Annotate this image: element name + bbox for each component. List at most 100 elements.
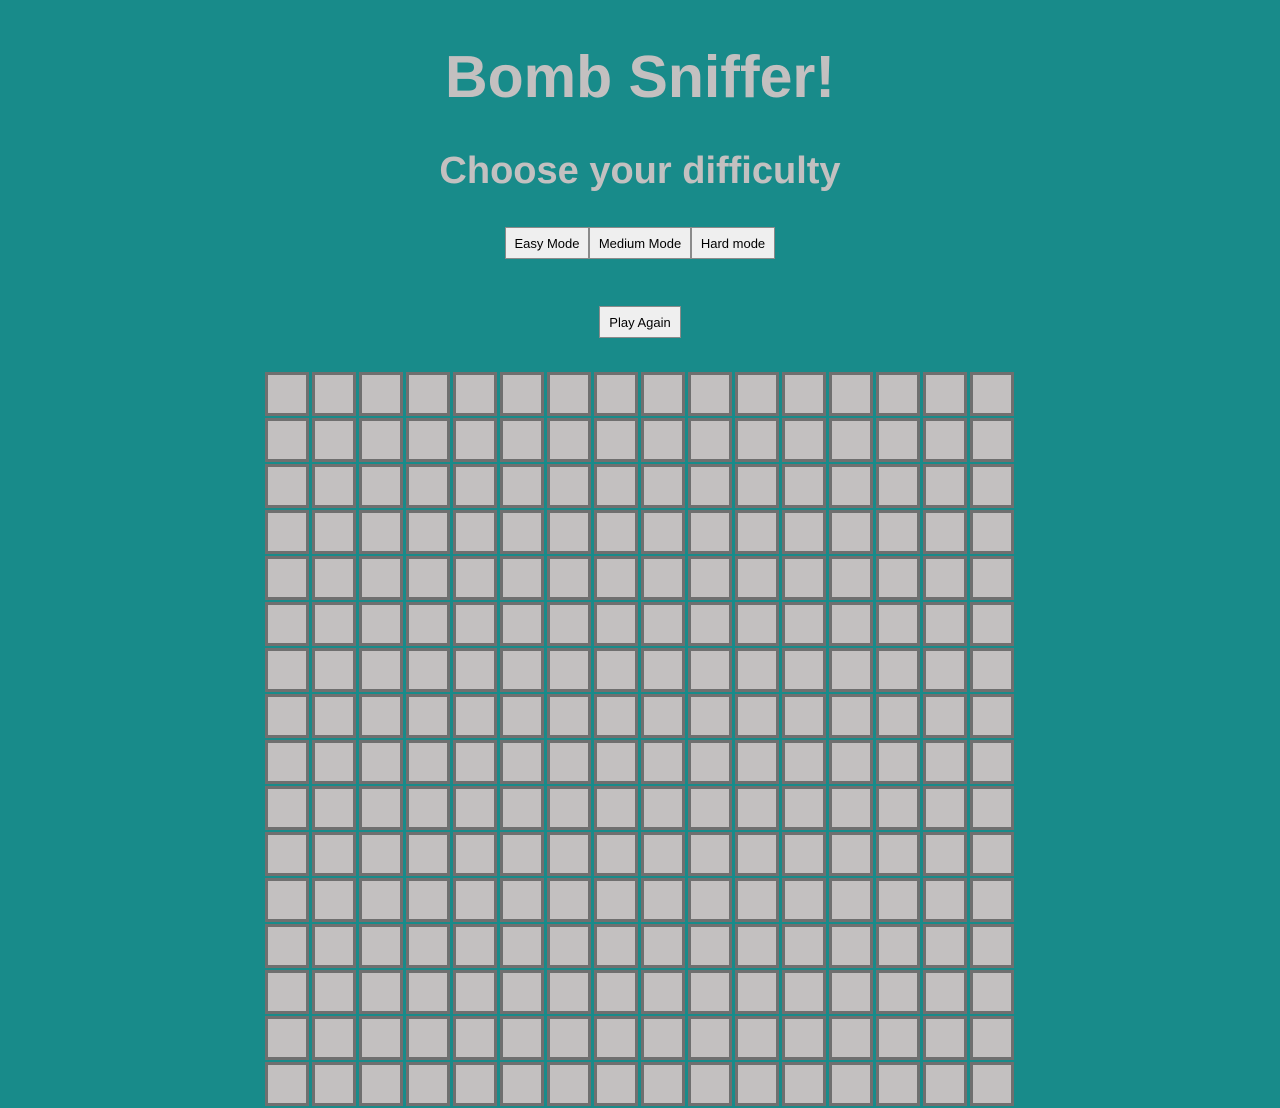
board-cell[interactable] — [641, 556, 685, 600]
board-cell[interactable] — [453, 694, 497, 738]
board-cell[interactable] — [594, 602, 638, 646]
board-cell[interactable] — [782, 924, 826, 968]
board-cell[interactable] — [312, 878, 356, 922]
board-cell[interactable] — [735, 694, 779, 738]
board-cell[interactable] — [594, 1016, 638, 1060]
board-cell[interactable] — [641, 510, 685, 554]
board-cell[interactable] — [359, 1016, 403, 1060]
board-cell[interactable] — [688, 372, 732, 416]
board-cell[interactable] — [453, 832, 497, 876]
board-cell[interactable] — [500, 648, 544, 692]
board-cell[interactable] — [970, 970, 1014, 1014]
board-cell[interactable] — [829, 786, 873, 830]
board-cell[interactable] — [453, 418, 497, 462]
board-cell[interactable] — [829, 464, 873, 508]
board-cell[interactable] — [641, 832, 685, 876]
board-cell[interactable] — [594, 510, 638, 554]
board-cell[interactable] — [829, 970, 873, 1014]
board-cell[interactable] — [970, 694, 1014, 738]
board-cell[interactable] — [359, 832, 403, 876]
board-cell[interactable] — [876, 418, 920, 462]
board-cell[interactable] — [641, 786, 685, 830]
board-cell[interactable] — [406, 832, 450, 876]
board-cell[interactable] — [453, 602, 497, 646]
board-cell[interactable] — [453, 970, 497, 1014]
board-cell[interactable] — [500, 786, 544, 830]
board-cell[interactable] — [594, 924, 638, 968]
board-cell[interactable] — [641, 970, 685, 1014]
board-cell[interactable] — [594, 372, 638, 416]
board-cell[interactable] — [876, 740, 920, 784]
board-cell[interactable] — [970, 510, 1014, 554]
board-cell[interactable] — [735, 1062, 779, 1106]
board-cell[interactable] — [453, 464, 497, 508]
board-cell[interactable] — [782, 740, 826, 784]
board-cell[interactable] — [594, 464, 638, 508]
board-cell[interactable] — [406, 648, 450, 692]
board-cell[interactable] — [453, 878, 497, 922]
board-cell[interactable] — [359, 464, 403, 508]
board-cell[interactable] — [923, 970, 967, 1014]
board-cell[interactable] — [829, 418, 873, 462]
board-cell[interactable] — [782, 694, 826, 738]
board-cell[interactable] — [876, 510, 920, 554]
hard-mode-button[interactable]: Hard mode — [691, 227, 775, 259]
board-cell[interactable] — [547, 510, 591, 554]
board-cell[interactable] — [923, 740, 967, 784]
board-cell[interactable] — [688, 924, 732, 968]
board-cell[interactable] — [547, 418, 591, 462]
board-cell[interactable] — [547, 694, 591, 738]
board-cell[interactable] — [782, 832, 826, 876]
board-cell[interactable] — [735, 556, 779, 600]
board-cell[interactable] — [782, 1062, 826, 1106]
board-cell[interactable] — [312, 464, 356, 508]
board-cell[interactable] — [923, 372, 967, 416]
board-cell[interactable] — [876, 924, 920, 968]
board-cell[interactable] — [782, 556, 826, 600]
board-cell[interactable] — [923, 694, 967, 738]
board-cell[interactable] — [688, 878, 732, 922]
board-cell[interactable] — [923, 924, 967, 968]
board-cell[interactable] — [876, 1016, 920, 1060]
board-cell[interactable] — [876, 878, 920, 922]
board-cell[interactable] — [688, 464, 732, 508]
board-cell[interactable] — [829, 556, 873, 600]
board-cell[interactable] — [312, 418, 356, 462]
board-cell[interactable] — [923, 556, 967, 600]
board-cell[interactable] — [923, 418, 967, 462]
board-cell[interactable] — [594, 740, 638, 784]
board-cell[interactable] — [782, 510, 826, 554]
board-cell[interactable] — [782, 648, 826, 692]
board-cell[interactable] — [876, 372, 920, 416]
board-cell[interactable] — [359, 878, 403, 922]
board-cell[interactable] — [594, 786, 638, 830]
board-cell[interactable] — [265, 1016, 309, 1060]
board-cell[interactable] — [970, 878, 1014, 922]
board-cell[interactable] — [547, 556, 591, 600]
board-cell[interactable] — [641, 694, 685, 738]
board-cell[interactable] — [312, 372, 356, 416]
easy-mode-button[interactable]: Easy Mode — [505, 227, 589, 259]
board-cell[interactable] — [547, 740, 591, 784]
board-cell[interactable] — [312, 694, 356, 738]
board-cell[interactable] — [406, 372, 450, 416]
board-cell[interactable] — [641, 1016, 685, 1060]
board-cell[interactable] — [500, 1062, 544, 1106]
board-cell[interactable] — [312, 510, 356, 554]
board-cell[interactable] — [735, 464, 779, 508]
board-cell[interactable] — [688, 694, 732, 738]
board-cell[interactable] — [265, 832, 309, 876]
board-cell[interactable] — [735, 648, 779, 692]
board-cell[interactable] — [406, 740, 450, 784]
board-cell[interactable] — [312, 1016, 356, 1060]
board-cell[interactable] — [829, 740, 873, 784]
board-cell[interactable] — [312, 1062, 356, 1106]
board-cell[interactable] — [265, 648, 309, 692]
board-cell[interactable] — [641, 740, 685, 784]
board-cell[interactable] — [829, 372, 873, 416]
board-cell[interactable] — [547, 970, 591, 1014]
board-cell[interactable] — [359, 372, 403, 416]
board-cell[interactable] — [500, 556, 544, 600]
board-cell[interactable] — [970, 648, 1014, 692]
board-cell[interactable] — [594, 832, 638, 876]
